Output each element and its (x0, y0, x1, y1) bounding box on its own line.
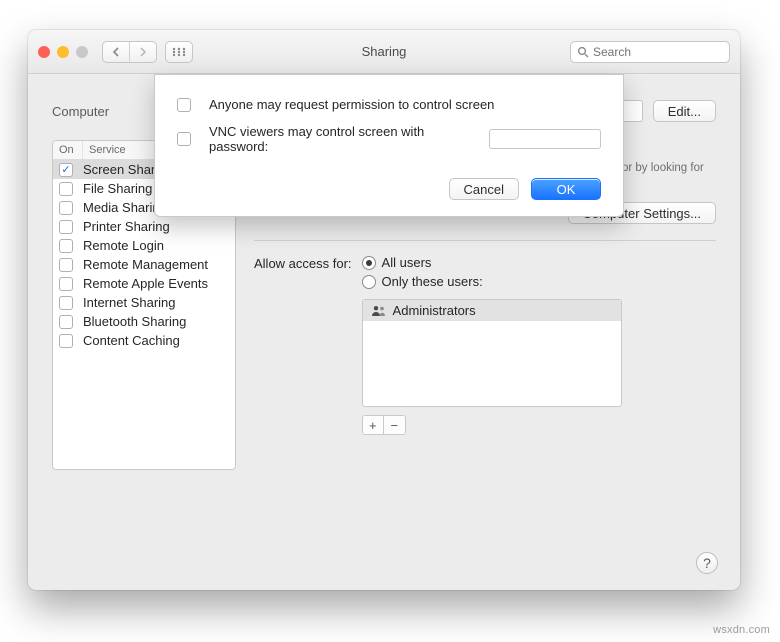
radio-all-users[interactable]: All users (362, 255, 622, 270)
search-field[interactable] (570, 41, 730, 63)
allow-access-row: Allow access for: All users Only these u… (254, 255, 716, 435)
radio-all-label: All users (382, 255, 432, 270)
list-item[interactable]: Administrators (363, 300, 621, 321)
checkbox[interactable] (59, 315, 73, 329)
checkbox[interactable] (59, 296, 73, 310)
checkbox[interactable] (59, 334, 73, 348)
help-button[interactable]: ? (696, 552, 718, 574)
options-sheet: Anyone may request permission to control… (154, 74, 624, 217)
service-label: Printer Sharing (83, 219, 170, 234)
service-row[interactable]: Remote Login (53, 236, 235, 255)
service-row[interactable]: Printer Sharing (53, 217, 235, 236)
service-row[interactable]: Remote Management (53, 255, 235, 274)
checkbox[interactable] (59, 182, 73, 196)
col-header-on: On (53, 141, 83, 159)
checkbox[interactable] (59, 220, 73, 234)
remove-button[interactable]: − (383, 416, 405, 434)
users-icon (371, 305, 387, 317)
service-row[interactable]: Content Caching (53, 331, 235, 350)
show-all-button[interactable] (165, 41, 193, 63)
option-label: VNC viewers may control screen with pass… (209, 124, 481, 154)
allow-access-label: Allow access for: (254, 255, 352, 435)
service-label: Bluetooth Sharing (83, 314, 186, 329)
add-remove-users: + − (362, 415, 406, 435)
service-label: File Sharing (83, 181, 152, 196)
vnc-password-field[interactable] (489, 129, 601, 149)
titlebar: Sharing (28, 30, 740, 74)
service-row[interactable]: Bluetooth Sharing (53, 312, 235, 331)
traffic-lights (38, 46, 88, 58)
watermark: wsxdn.com (713, 624, 770, 636)
service-label: Internet Sharing (83, 295, 176, 310)
radio-icon (362, 256, 376, 270)
service-label: Content Caching (83, 333, 180, 348)
forward-button[interactable] (129, 42, 156, 62)
checkbox[interactable] (59, 277, 73, 291)
radio-only-users[interactable]: Only these users: (362, 274, 622, 289)
checkbox[interactable] (177, 98, 191, 112)
cancel-button[interactable]: Cancel (449, 178, 519, 200)
close-icon[interactable] (38, 46, 50, 58)
service-label: Remote Apple Events (83, 276, 208, 291)
radio-only-label: Only these users: (382, 274, 483, 289)
option-label: Anyone may request permission to control… (209, 97, 494, 112)
option-vnc-password[interactable]: VNC viewers may control screen with pass… (177, 124, 601, 154)
search-input[interactable] (593, 45, 740, 59)
nav-back-forward (102, 41, 157, 63)
edit-button[interactable]: Edit... (653, 100, 716, 122)
service-label: Remote Login (83, 238, 164, 253)
radio-icon (362, 275, 376, 289)
back-button[interactable] (103, 42, 129, 62)
add-button[interactable]: + (363, 416, 384, 434)
service-row[interactable]: Remote Apple Events (53, 274, 235, 293)
minimize-icon[interactable] (57, 46, 69, 58)
users-list: Administrators (362, 299, 622, 407)
checkbox[interactable] (177, 132, 191, 146)
checkbox[interactable]: ✓ (59, 163, 73, 177)
zoom-icon[interactable] (76, 46, 88, 58)
preferences-window: Sharing Computer Edit... On Service ✓Scr… (28, 30, 740, 590)
checkbox[interactable] (59, 239, 73, 253)
option-anyone-request[interactable]: Anyone may request permission to control… (177, 97, 601, 112)
ok-button[interactable]: OK (531, 178, 601, 200)
user-group-label: Administrators (393, 303, 476, 318)
col-header-service: Service (83, 141, 132, 159)
computer-name-label: Computer (52, 104, 109, 119)
service-label: Remote Management (83, 257, 208, 272)
search-icon (577, 46, 589, 58)
checkbox[interactable] (59, 201, 73, 215)
checkbox[interactable] (59, 258, 73, 272)
service-row[interactable]: Internet Sharing (53, 293, 235, 312)
